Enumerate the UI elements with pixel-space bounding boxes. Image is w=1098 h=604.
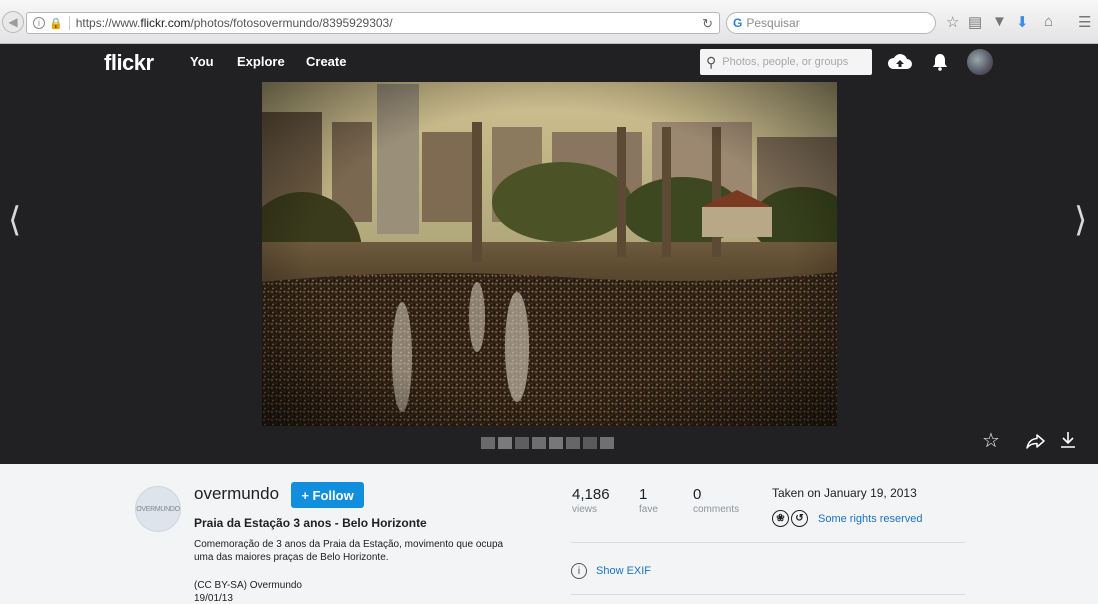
- nav-link-explore[interactable]: Explore: [237, 54, 285, 69]
- browser-toolbar: ◀ i 🔒 https://www. flickr.com/photos/foto…: [0, 0, 1098, 44]
- photo-description: Comemoração de 3 anos da Praia da Estaçã…: [194, 539, 504, 563]
- previous-photo-icon[interactable]: ⟨: [8, 200, 21, 240]
- next-photo-icon[interactable]: ⟩: [1074, 200, 1087, 240]
- photo-license-note: (CC BY-SA) Overmundo: [194, 580, 302, 591]
- thumbnail[interactable]: [515, 437, 529, 449]
- flickr-nav-bar: flickr You Explore Create ⚲ Photos, peop…: [0, 44, 1098, 80]
- pocket-icon[interactable]: ▼: [992, 13, 1007, 30]
- cc-attribution-icon: ❀: [772, 510, 789, 527]
- reading-list-icon[interactable]: ▤: [968, 13, 982, 31]
- flickr-search-placeholder: Photos, people, or groups: [722, 56, 849, 68]
- taken-date[interactable]: Taken on January 19, 2013: [772, 486, 917, 500]
- thumbnail[interactable]: [600, 437, 614, 449]
- reload-icon[interactable]: ↻: [702, 16, 713, 32]
- flickr-logo[interactable]: flickr: [104, 50, 154, 76]
- owner-name-link[interactable]: overmundo: [194, 484, 279, 504]
- photostream-thumbnails[interactable]: [481, 437, 614, 451]
- share-icon[interactable]: [1026, 433, 1046, 449]
- thumbnail[interactable]: [498, 437, 512, 449]
- divider: [571, 594, 965, 595]
- upload-cloud-icon[interactable]: [887, 53, 913, 71]
- rights-link[interactable]: Some rights reserved: [818, 513, 923, 525]
- user-avatar[interactable]: [967, 49, 993, 75]
- search-engine-icon[interactable]: G: [733, 16, 742, 30]
- url-prefix: https://www.: [75, 16, 141, 30]
- menu-icon[interactable]: ☰: [1078, 13, 1091, 31]
- cc-sharealike-icon: ↺: [791, 510, 808, 527]
- photo-stage: ⟨ ⟩ ☆: [0, 80, 1098, 464]
- back-arrow-icon: ◀: [8, 15, 18, 29]
- cc-license-icons[interactable]: ❀ ↺: [772, 510, 808, 527]
- views-count: 4,186: [572, 486, 610, 503]
- bell-icon[interactable]: [932, 53, 948, 71]
- home-icon[interactable]: ⌂: [1044, 13, 1053, 30]
- download-icon[interactable]: ⬇: [1016, 13, 1029, 31]
- browser-search-placeholder: Pesquisar: [746, 16, 800, 30]
- back-button[interactable]: ◀: [2, 11, 24, 33]
- url-path: /photos/fotosovermundo/8395929303/: [190, 16, 393, 30]
- thumbnail[interactable]: [532, 437, 546, 449]
- flickr-search-input[interactable]: ⚲ Photos, people, or groups: [700, 49, 872, 75]
- thumbnail[interactable]: [583, 437, 597, 449]
- nav-link-create[interactable]: Create: [306, 54, 346, 69]
- url-separator: [68, 16, 70, 30]
- browser-search-field[interactable]: G Pesquisar: [726, 12, 936, 34]
- photo-title: Praia da Estação 3 anos - Belo Horizonte: [194, 516, 427, 530]
- comments-label: comments: [693, 504, 740, 515]
- views-label: views: [572, 504, 598, 515]
- url-domain: flickr.com: [140, 16, 191, 30]
- photo-info-panel: OVERMUNDO overmundo + Follow Praia da Es…: [0, 464, 1098, 604]
- main-photo[interactable]: [262, 82, 837, 426]
- comments-count: 0: [693, 486, 702, 503]
- nav-link-you[interactable]: You: [190, 54, 214, 69]
- address-bar[interactable]: i 🔒 https://www. flickr.com/photos/fotoso…: [26, 12, 720, 34]
- owner-avatar-text: OVERMUNDO: [136, 505, 180, 513]
- show-exif-link[interactable]: Show EXIF: [596, 565, 651, 577]
- thumbnail[interactable]: [481, 437, 495, 449]
- download-arrow-icon[interactable]: [1060, 431, 1076, 449]
- fave-star-icon[interactable]: ☆: [982, 428, 1000, 453]
- bookmark-star-icon[interactable]: ☆: [946, 13, 959, 31]
- faves-label: fave: [639, 504, 658, 515]
- owner-avatar[interactable]: OVERMUNDO: [135, 486, 181, 532]
- lock-icon: 🔒: [49, 17, 63, 30]
- divider: [571, 542, 965, 543]
- info-icon[interactable]: i: [33, 17, 45, 29]
- info-icon: i: [571, 563, 587, 579]
- photo-date-note: 19/01/13: [194, 593, 233, 604]
- thumbnail[interactable]: [566, 437, 580, 449]
- follow-button[interactable]: + Follow: [291, 482, 364, 508]
- faves-count: 1: [639, 486, 648, 503]
- search-icon[interactable]: ⚲: [706, 54, 716, 71]
- thumbnail[interactable]: [549, 437, 563, 449]
